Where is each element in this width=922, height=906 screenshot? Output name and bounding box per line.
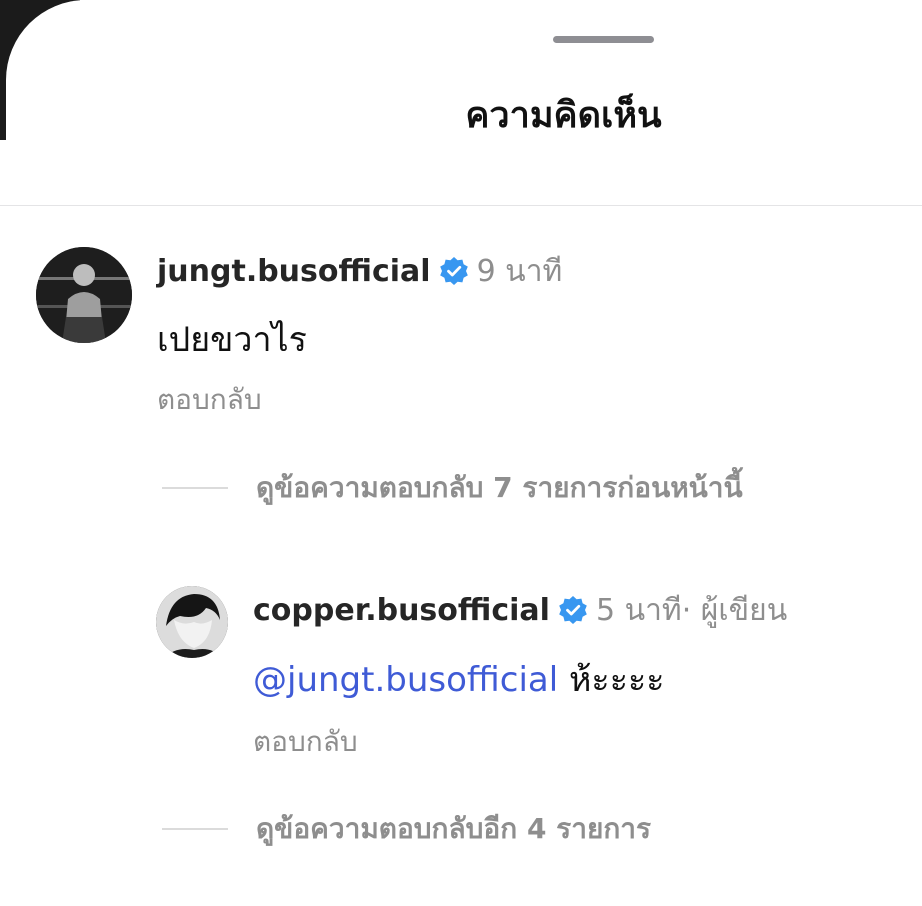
- author-tag: · ผู้เขียน: [681, 592, 788, 628]
- avatar[interactable]: [156, 586, 228, 658]
- verified-badge-icon: [558, 595, 588, 625]
- comment-meta: jungt.busofficial 9 นาที: [157, 251, 562, 291]
- reply-timestamp: 5 นาที: [595, 592, 682, 628]
- comment-timestamp: 9 นาที: [476, 253, 563, 289]
- avatar-image: [156, 586, 228, 658]
- mention-link[interactable]: @jungt.busofficial: [253, 660, 558, 700]
- avatar[interactable]: [36, 247, 132, 343]
- comment-text: เปยขวาไร: [157, 320, 307, 360]
- reply-button[interactable]: ตอบกลับ: [157, 378, 262, 422]
- reply-username[interactable]: copper.busofficial: [253, 593, 550, 628]
- comment-username[interactable]: jungt.busofficial: [157, 254, 431, 289]
- reply-meta: copper.busofficial 5 นาที · ผู้เขียน: [253, 590, 787, 630]
- reply-text: @jungt.busofficial ห้ะะะะ: [253, 652, 664, 706]
- sheet-grabber-handle[interactable]: [553, 36, 654, 43]
- avatar-image: [36, 247, 132, 343]
- thread-line: [162, 487, 228, 489]
- view-previous-replies-label: ดูข้อความตอบกลับ 7 รายการก่อนหน้านี้: [256, 471, 743, 504]
- title-divider: [0, 205, 922, 206]
- verified-badge-icon: [439, 256, 469, 286]
- sheet-title: ความคิดเห็น: [465, 95, 662, 136]
- view-more-replies-label: ดูข้อความตอบกลับอีก 4 รายการ: [256, 812, 652, 845]
- reply-button[interactable]: ตอบกลับ: [253, 720, 358, 764]
- thread-line: [162, 828, 228, 830]
- view-previous-replies-button[interactable]: ดูข้อความตอบกลับ 7 รายการก่อนหน้านี้: [162, 468, 743, 508]
- view-more-replies-button[interactable]: ดูข้อความตอบกลับอีก 4 รายการ: [162, 809, 651, 849]
- reply-message: ห้ะะะะ: [569, 660, 665, 700]
